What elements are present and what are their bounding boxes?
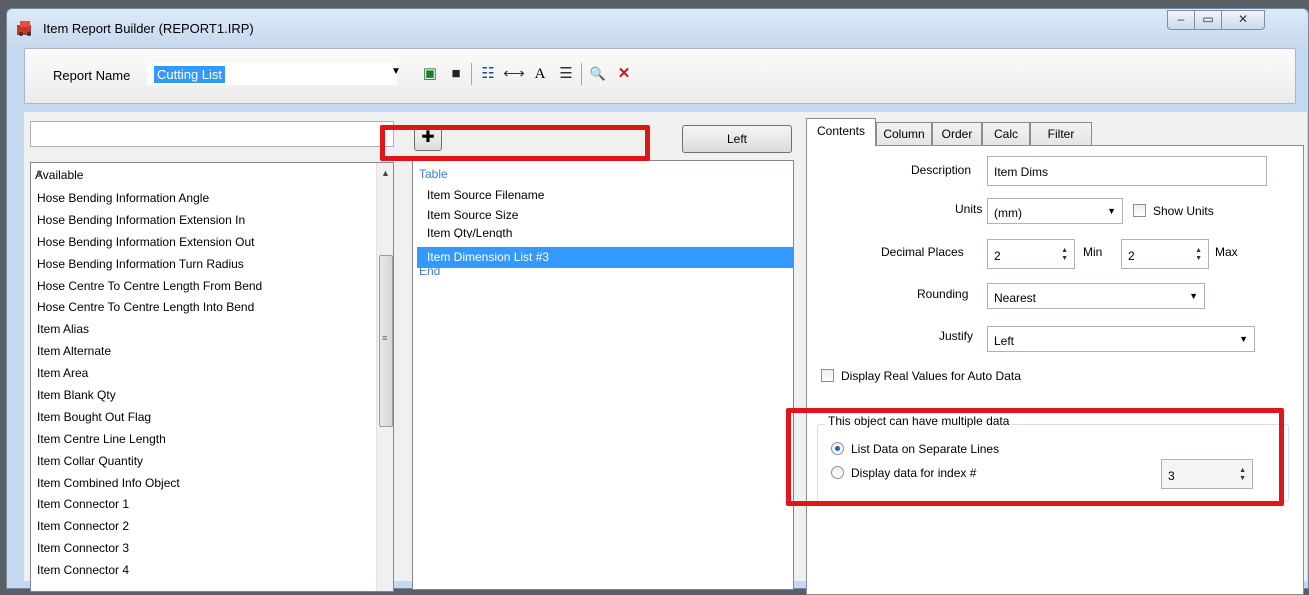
tree-root-label[interactable]: Table: [419, 167, 448, 181]
list-item[interactable]: Item Alias: [37, 318, 262, 340]
max-label: Max: [1215, 245, 1238, 259]
list-item[interactable]: Item Collar Quantity: [37, 450, 262, 472]
print-preview-icon[interactable]: 🔍: [587, 63, 609, 85]
description-value: Item Dims: [994, 165, 1048, 179]
scrollbar-thumb[interactable]: ≡: [379, 255, 393, 427]
maximize-button[interactable]: ▭: [1194, 10, 1222, 30]
rounding-value: Nearest: [994, 291, 1037, 305]
decimal-places-label: Decimal Places: [881, 245, 964, 259]
maximize-icon: ▭: [1202, 12, 1214, 26]
delete-icon[interactable]: ✕: [613, 63, 635, 85]
available-items: Hose Bending Information Angle Hose Bend…: [37, 187, 262, 581]
rounding-select[interactable]: Nearest ▼: [987, 283, 1205, 309]
tab-contents[interactable]: Contents: [806, 118, 876, 146]
toolbar-separator: [471, 63, 472, 85]
decimal-max-value: 2: [1128, 249, 1135, 263]
title-bar[interactable]: Item Report Builder (REPORT1.IRP) – ▭ ✕: [7, 9, 1308, 51]
close-button[interactable]: ✕: [1221, 10, 1265, 30]
available-scrollbar[interactable]: ▲ ≡: [376, 163, 393, 591]
description-field[interactable]: Item Dims: [987, 156, 1267, 186]
tree-item[interactable]: Item Source Filename: [427, 188, 544, 202]
rounding-label: Rounding: [917, 287, 969, 301]
units-select[interactable]: (mm) ▼: [987, 198, 1123, 224]
list-item[interactable]: Hose Bending Information Turn Radius: [37, 253, 262, 275]
list-item[interactable]: Item Combined Info Object: [37, 472, 262, 494]
list-item[interactable]: Hose Centre To Centre Length Into Bend: [37, 296, 262, 318]
new-report-icon[interactable]: ▣: [419, 63, 441, 85]
properties-icon[interactable]: ☰: [555, 63, 577, 85]
show-units-checkbox[interactable]: [1133, 204, 1146, 217]
list-item[interactable]: Item Connector 2: [37, 515, 262, 537]
toolbar: Report Name Cutting List ▼ ▣ ■ ☷ ⟷ A ☰ 🔍…: [24, 48, 1296, 104]
list-item[interactable]: Hose Bending Information Extension In: [37, 209, 262, 231]
decimal-min-stepper[interactable]: 2 ▲ ▼: [987, 239, 1075, 269]
tree-item-selected[interactable]: Item Dimension List #3: [417, 247, 793, 268]
list-item[interactable]: Item Connector 4: [37, 559, 262, 581]
tab-calc[interactable]: Calc: [982, 122, 1030, 146]
content-area: Available ▼ Hose Bending Information Ang…: [24, 112, 1307, 595]
list-item[interactable]: Item Connector 3: [37, 537, 262, 559]
report-name-value: Cutting List: [154, 66, 226, 83]
scroll-up-icon[interactable]: ▲: [381, 168, 390, 178]
min-label: Min: [1083, 245, 1103, 259]
list-item[interactable]: Item Centre Line Length: [37, 428, 262, 450]
minimize-button[interactable]: –: [1167, 10, 1195, 30]
justify-value: Left: [994, 334, 1015, 348]
units-label: Units: [955, 202, 983, 216]
contents-tab-page: Description Item Dims Units (mm) ▼ Show …: [806, 145, 1304, 595]
highlight-box: [380, 125, 650, 161]
select-fields-icon[interactable]: ☷: [477, 63, 499, 85]
list-item[interactable]: Item Bought Out Flag: [37, 406, 262, 428]
window-title: Item Report Builder (REPORT1.IRP): [43, 21, 254, 36]
display-real-values-checkbox[interactable]: [821, 369, 834, 382]
app-icon: [17, 21, 31, 36]
chevron-down-icon: ▼: [1189, 291, 1198, 301]
minimize-icon: –: [1177, 12, 1185, 26]
highlight-box: [786, 408, 1284, 506]
report-table-tree[interactable]: Table Item Source Filename Item Source S…: [412, 160, 794, 590]
save-icon[interactable]: ■: [445, 63, 467, 85]
grip-icon: ≡: [382, 333, 388, 343]
decimal-min-value: 2: [994, 249, 1001, 263]
description-label: Description: [911, 163, 972, 177]
toolbar-separator: [581, 63, 582, 85]
tree-item-selected-label: Item Dimension List #3: [427, 250, 550, 264]
list-item[interactable]: Item Area: [37, 362, 262, 384]
chevron-down-icon[interactable]: ▼: [35, 168, 44, 178]
filter-input[interactable]: [30, 121, 394, 147]
tab-filter[interactable]: Filter: [1030, 122, 1092, 146]
justify-label: Justify: [939, 329, 974, 343]
list-item[interactable]: Hose Centre To Centre Length From Bend: [37, 275, 262, 297]
spin-arrows-icon[interactable]: ▲ ▼: [1195, 247, 1202, 263]
display-real-values-label[interactable]: Display Real Values for Auto Data: [841, 369, 1021, 383]
available-fields-list[interactable]: Available ▼ Hose Bending Information Ang…: [30, 162, 394, 592]
tree-item[interactable]: Item Qty/Length: [427, 228, 512, 238]
justify-select[interactable]: Left ▼: [987, 326, 1255, 352]
chevron-down-icon[interactable]: ▼: [391, 66, 401, 77]
list-item[interactable]: Item Blank Qty: [37, 384, 262, 406]
chevron-down-icon: ▼: [1239, 334, 1248, 344]
list-item[interactable]: Hose Bending Information Angle: [37, 187, 262, 209]
chevron-down-icon: ▼: [1107, 206, 1116, 216]
tab-column[interactable]: Column: [876, 122, 932, 146]
report-name-combo[interactable]: Cutting List: [147, 63, 397, 85]
report-name-label: Report Name: [53, 68, 131, 83]
show-units-label[interactable]: Show Units: [1153, 204, 1214, 218]
properties-panel: Column Order Calc Filter Description Ite…: [802, 118, 1304, 595]
available-dropdown[interactable]: Available ▼: [31, 163, 376, 185]
tree-item[interactable]: Item Source Size: [427, 208, 518, 222]
units-value: (mm): [994, 206, 1022, 220]
spin-arrows-icon[interactable]: ▲ ▼: [1061, 247, 1068, 263]
list-item[interactable]: Item Connector 1: [37, 493, 262, 515]
decimal-max-stepper[interactable]: 2 ▲ ▼: [1121, 239, 1209, 269]
tree-end-label[interactable]: End: [419, 268, 440, 278]
column-width-icon[interactable]: ⟷: [503, 63, 525, 85]
font-icon[interactable]: A: [529, 63, 551, 85]
list-item[interactable]: Hose Bending Information Extension Out: [37, 231, 262, 253]
list-item[interactable]: Item Alternate: [37, 340, 262, 362]
close-icon: ✕: [1237, 12, 1249, 26]
tab-order[interactable]: Order: [932, 122, 982, 146]
align-left-button[interactable]: Left: [682, 125, 792, 153]
